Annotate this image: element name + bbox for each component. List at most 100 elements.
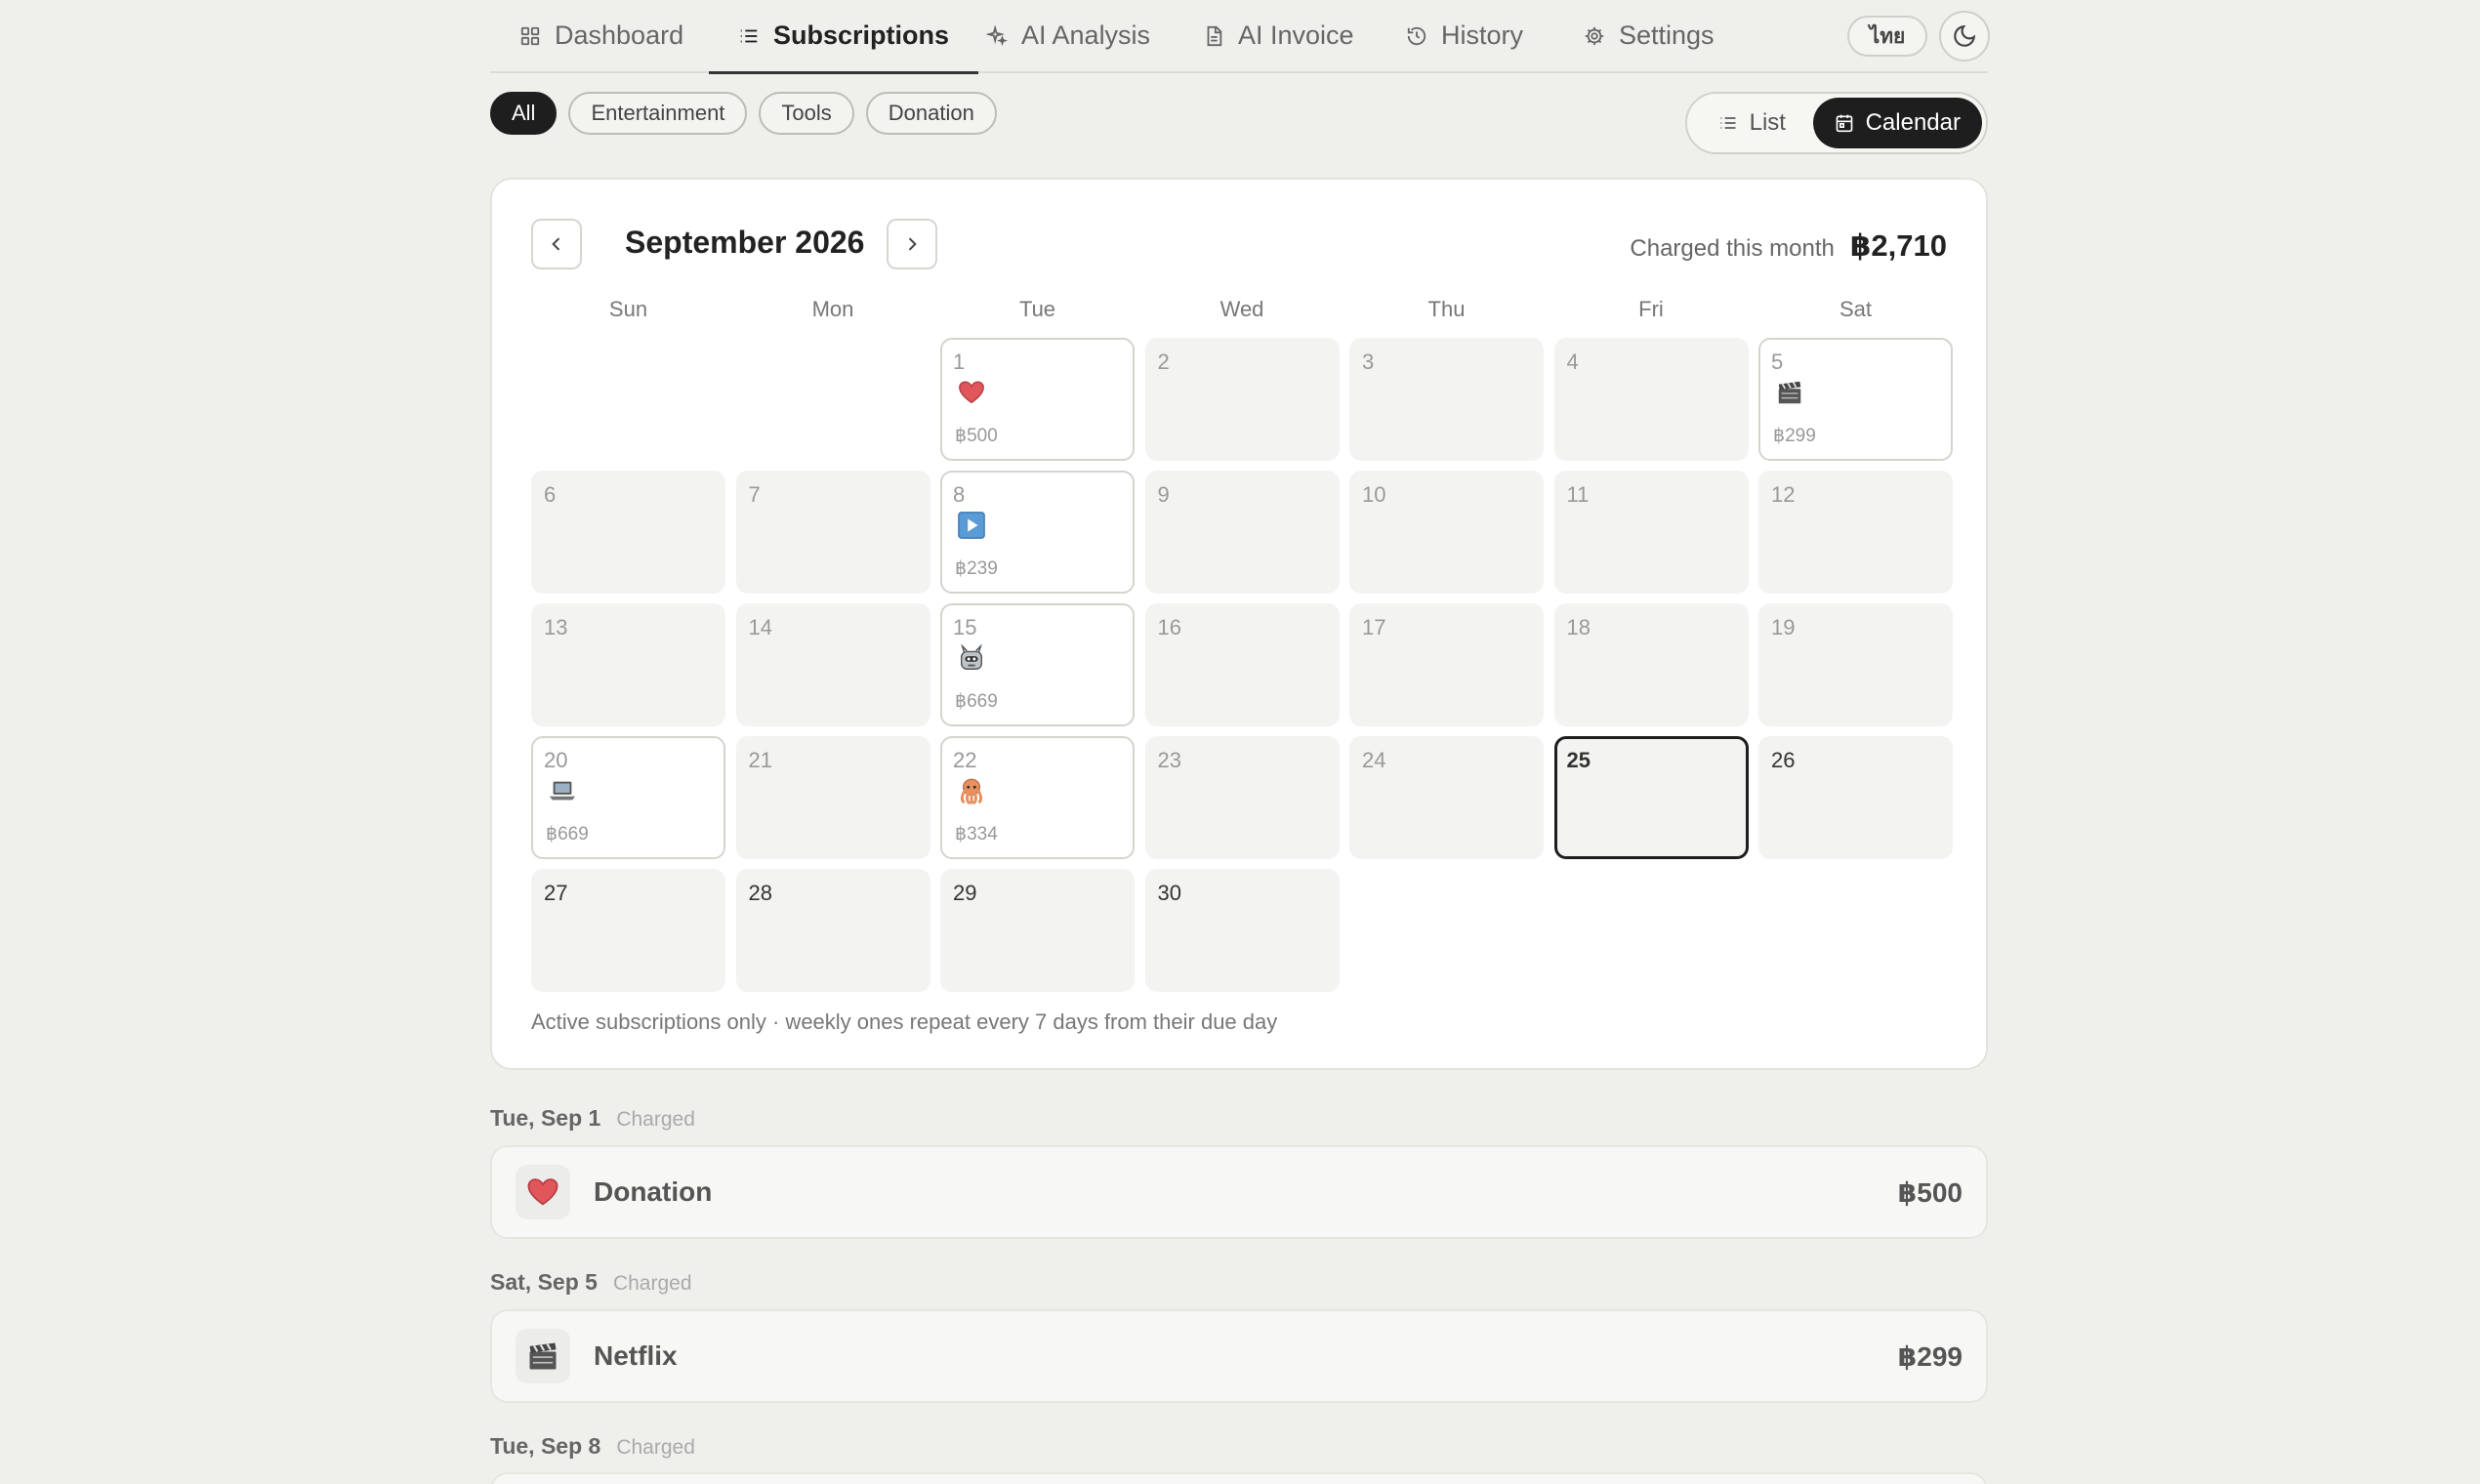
play-icon [956,510,987,541]
day-number: 10 [1362,482,1386,507]
filter-chip-tools[interactable]: Tools [759,92,854,135]
tab-ai-invoice[interactable]: AI Invoice [1174,0,1384,71]
calendar-day-1[interactable]: 1 ฿500 [940,338,1135,461]
calendar-day-26[interactable]: 26 [1758,736,1953,859]
group-date: Tue, Sep 8 [490,1433,601,1459]
tab-settings[interactable]: Settings [1554,0,1744,71]
tab-ai-analysis[interactable]: AI Analysis [957,0,1179,71]
tab-subscriptions[interactable]: Subscriptions [709,0,979,74]
charged-label: Charged this month [1630,235,1835,262]
day-number: 24 [1362,748,1386,772]
calendar-day-8[interactable]: 8 ฿239 [940,471,1135,594]
weekday-sun: Sun [608,297,648,321]
calendar-day-2[interactable]: 2 [1144,338,1340,461]
chevron-right-icon [908,237,917,251]
calendar-day-10[interactable]: 10 [1349,471,1544,594]
subscription-name: Netflix [594,1340,678,1371]
day-number: 2 [1157,350,1170,374]
filter-chip-all[interactable]: All [490,92,558,135]
calendar-day-4[interactable]: 4 [1553,338,1749,461]
moon-icon [1954,24,1976,47]
day-amount: ฿500 [955,426,998,446]
day-number: 19 [1771,615,1796,639]
language-toggle-button[interactable]: ไทย [1847,16,1927,57]
calendar-card: September 2026 Charged this month ฿2,710… [490,178,1988,1070]
previous-month-button[interactable] [531,219,582,269]
calendar-day-18[interactable]: 18 [1553,603,1749,726]
calendar-day-22[interactable]: 22 ฿334 [940,736,1135,859]
subscription-name: Donation [594,1176,713,1207]
tab-label: Settings [1619,21,1715,50]
sparkle-icon [986,24,1008,46]
theme-toggle-button[interactable] [1939,11,1990,62]
calendar-day-9[interactable]: 9 [1144,471,1340,594]
chevron-left-icon [552,237,560,251]
calendar-day-3[interactable]: 3 [1349,338,1544,461]
weekday-sat: Sat [1839,297,1873,321]
calendar-day-11[interactable]: 11 [1553,471,1749,594]
category-filters: All Entertainment Tools Donation [490,92,997,135]
tab-dashboard[interactable]: Dashboard [490,0,713,71]
day-number: 22 [953,748,977,772]
group-status: Charged [616,1436,695,1459]
subscription-row[interactable] [490,1472,1988,1484]
group-label: Tue, Sep 8 Charged [490,1433,695,1460]
group-label: Sat, Sep 5 Charged [490,1269,692,1296]
filter-chip-donation[interactable]: Donation [865,92,997,135]
day-amount: ฿239 [955,558,998,579]
day-number: 29 [953,881,977,905]
calendar-view-button[interactable]: Calendar [1812,98,1982,148]
calendar-day-29[interactable]: 29 [940,869,1135,992]
subscription-amount: ฿500 [1897,1176,1963,1208]
subscription-row-netflix[interactable]: Netflix ฿299 [490,1309,1988,1403]
calendar-day-12[interactable]: 12 [1758,471,1953,594]
robot-icon [956,642,987,674]
group-date: Sat, Sep 5 [490,1269,598,1295]
day-number: 28 [748,881,772,905]
calendar-day-7[interactable]: 7 [735,471,930,594]
day-number: 8 [953,482,966,507]
tab-history[interactable]: History [1377,0,1552,71]
calendar-day-19[interactable]: 19 [1758,603,1953,726]
day-number: 16 [1157,615,1181,639]
weekday-tue: Tue [1018,297,1056,321]
clapperboard-icon [1774,377,1805,408]
calendar-day-24[interactable]: 24 [1349,736,1544,859]
day-number: 21 [748,748,772,772]
calendar-day-30[interactable]: 30 [1144,869,1340,992]
day-amount: ฿334 [955,824,998,845]
calendar-day-20[interactable]: 20 ฿669 [531,736,725,859]
subscription-row-donation[interactable]: Donation ฿500 [490,1145,1988,1239]
calendar-day-17[interactable]: 17 [1349,603,1544,726]
calendar-day-25[interactable]: 25 [1553,736,1749,859]
calendar-day-27[interactable]: 27 [531,869,725,992]
day-amount: ฿299 [1773,426,1816,446]
gear-icon [1585,26,1604,45]
history-icon [1407,26,1426,45]
day-number: 30 [1157,881,1181,905]
list-icon [1720,117,1736,129]
next-month-button[interactable] [887,219,937,269]
calendar-day-23[interactable]: 23 [1144,736,1340,859]
list-view-label: List [1749,109,1786,136]
calendar-blank-cell [531,338,725,461]
day-number: 25 [1566,748,1591,772]
charged-value: ฿2,710 [1849,228,1947,263]
day-number: 12 [1771,482,1796,507]
list-icon [740,29,758,42]
list-view-button[interactable]: List [1691,98,1813,148]
top-nav: Dashboard Subscriptions AI Analysis AI I… [490,0,1990,74]
day-number: 27 [544,881,568,905]
calendar-day-15[interactable]: 15 ฿669 [940,603,1135,726]
filter-chip-entertainment[interactable]: Entertainment [568,92,748,135]
calendar-day-13[interactable]: 13 [531,603,725,726]
calendar-day-5[interactable]: 5 ฿299 [1758,338,1953,461]
calendar-day-16[interactable]: 16 [1144,603,1340,726]
calendar-day-6[interactable]: 6 [531,471,725,594]
subscription-amount: ฿299 [1897,1340,1963,1372]
calendar-day-28[interactable]: 28 [735,869,930,992]
calendar-day-14[interactable]: 14 [735,603,930,726]
group-status: Charged [616,1108,695,1131]
tab-label: History [1441,21,1524,50]
calendar-day-21[interactable]: 21 [735,736,930,859]
